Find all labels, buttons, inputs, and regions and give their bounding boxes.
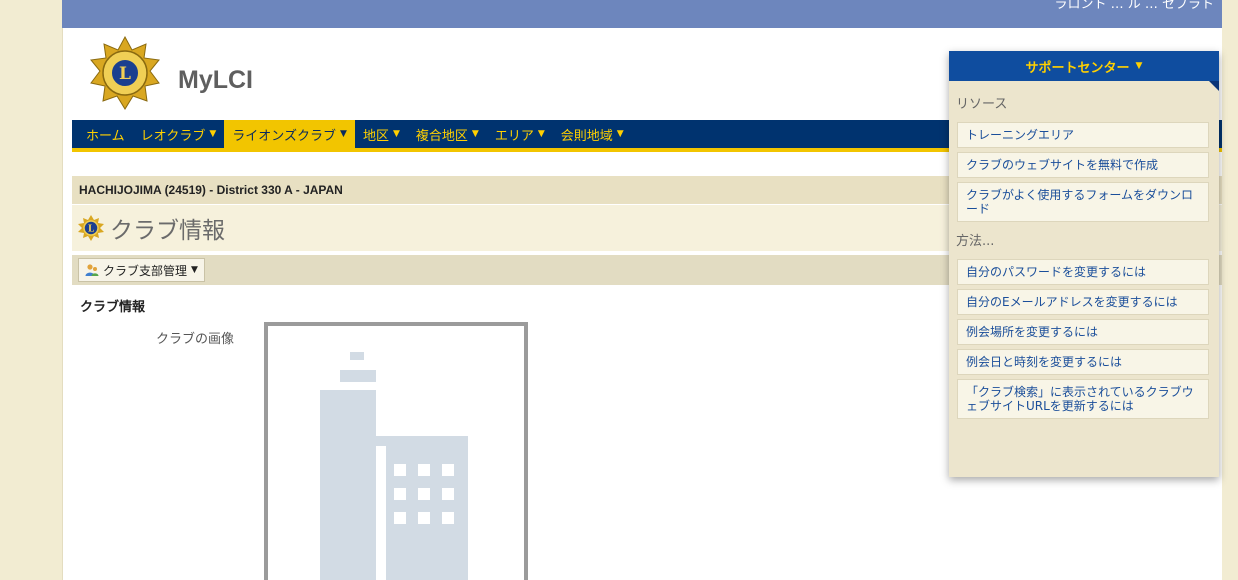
nav-item-label: ライオンズクラブ xyxy=(232,128,337,144)
support-center-label: サポートセンター xyxy=(1025,60,1130,76)
page-title: クラブ情報 xyxy=(110,218,225,244)
support-center-panel: サポートセンター ▼ リソース トレーニングエリア クラブのウェブサイトを無料で作… xyxy=(949,51,1219,477)
howto-link[interactable]: 例会場所を変更するには xyxy=(957,319,1209,345)
nav-item[interactable]: ライオンズクラブ ▼ xyxy=(224,120,355,148)
nav-item-label: ホーム xyxy=(86,128,125,144)
nav-item[interactable]: 地区 ▼ xyxy=(355,120,408,148)
howto-link[interactable]: 例会日と時刻を変更するには xyxy=(957,349,1209,375)
howto-link[interactable]: 「クラブ検索」に表示されているクラブウェブサイトURLを更新するには xyxy=(957,379,1209,419)
chevron-down-icon: ▼ xyxy=(1135,61,1143,71)
howto-link[interactable]: 自分のパスワードを変更するには xyxy=(957,259,1209,285)
panel-fold xyxy=(1209,81,1219,91)
brand-name[interactable]: MyLCI xyxy=(178,66,253,95)
top-bar: ラロント … ル … セブラト xyxy=(62,0,1222,28)
nav-item-label: 複合地区 xyxy=(415,128,468,144)
nav-item[interactable]: ホーム xyxy=(78,120,133,148)
resources-heading: リソース xyxy=(956,97,1008,112)
lions-logo-icon: L xyxy=(78,215,104,241)
chevron-down-icon: ▼ xyxy=(616,129,624,139)
lions-logo-icon[interactable]: L xyxy=(88,36,162,110)
chevron-down-icon: ▼ xyxy=(537,129,545,139)
resource-link[interactable]: クラブがよく使用するフォームをダウンロード xyxy=(957,182,1209,222)
section-title: クラブ情報 xyxy=(80,300,146,315)
nav-item-label: エリア xyxy=(494,128,534,144)
page-margin-left xyxy=(0,0,62,580)
howto-list: 自分のパスワードを変更するには 自分のEメールアドレスを変更するには 例会場所を変更… xyxy=(949,259,1219,419)
nav-item[interactable]: エリア ▼ xyxy=(487,120,553,148)
club-image-placeholder[interactable] xyxy=(264,322,528,580)
howto-heading: 方法... xyxy=(956,234,995,249)
nav-item[interactable]: 会則地域 ▼ xyxy=(553,120,632,148)
nav-item[interactable]: 複合地区 ▼ xyxy=(408,120,487,148)
resources-list: トレーニングエリア クラブのウェブサイトを無料で作成クラブがよく使用するフォームを… xyxy=(949,122,1219,222)
club-branch-management-label: クラブ支部管理 xyxy=(103,263,188,278)
svg-text:L: L xyxy=(88,225,95,235)
chevron-down-icon: ▼ xyxy=(340,129,347,139)
club-image-label: クラブの画像 xyxy=(156,332,235,347)
support-center-toggle[interactable]: サポートセンター ▼ xyxy=(949,51,1219,81)
svg-text:L: L xyxy=(119,64,131,84)
nav-item-label: レオクラブ xyxy=(140,128,206,144)
nav-item-label: 会則地域 xyxy=(560,128,613,144)
chevron-down-icon: ▼ xyxy=(392,129,400,139)
building-placeholder-icon xyxy=(320,352,468,580)
chevron-down-icon: ▼ xyxy=(471,129,479,139)
chevron-down-icon: ▼ xyxy=(191,265,198,275)
club-branch-management-button[interactable]: クラブ支部管理 ▼ xyxy=(78,258,205,282)
resource-link[interactable]: クラブのウェブサイトを無料で作成 xyxy=(957,152,1209,178)
nav-item[interactable]: レオクラブ ▼ xyxy=(133,120,225,148)
howto-link[interactable]: 自分のEメールアドレスを変更するには xyxy=(957,289,1209,315)
page-margin-right xyxy=(1222,0,1238,580)
people-icon xyxy=(85,264,99,276)
nav-item-label: 地区 xyxy=(362,128,389,144)
top-links[interactable]: ラロント … ル … セブラト xyxy=(1054,0,1214,12)
breadcrumb-text: HACHIJOJIMA (24519) - District 330 A - J… xyxy=(79,183,343,197)
chevron-down-icon: ▼ xyxy=(209,129,217,139)
resource-link[interactable]: トレーニングエリア xyxy=(957,122,1209,148)
